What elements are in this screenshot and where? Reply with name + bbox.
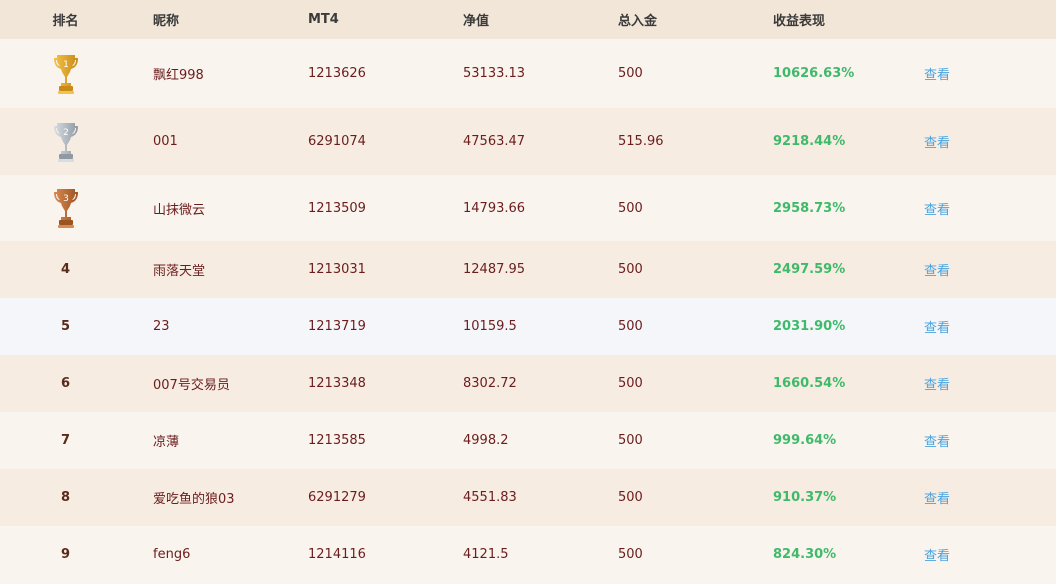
header-rank: 排名 xyxy=(52,14,79,29)
mt4-cell: 6291279 xyxy=(308,490,366,505)
view-link[interactable]: 查看 xyxy=(907,317,1056,336)
nickname-cell: 爱吃鱼的狼03 xyxy=(153,492,235,507)
trophy-rank: 3 xyxy=(63,194,69,204)
rank-cell: 5 xyxy=(0,319,131,334)
trophy-rank: 1 xyxy=(63,60,69,70)
nickname-cell: 001 xyxy=(153,134,178,149)
table-body: 1 飘红998 1213626 53133.13 500 10626.63% 查看 2 001 6… xyxy=(0,39,1056,583)
rank-number: 9 xyxy=(60,547,71,562)
view-link[interactable]: 查看 xyxy=(907,374,1056,393)
table-row: 7 凉薄 1213585 4998.2 500 999.64% 查看 xyxy=(0,412,1056,469)
rank-cell: 7 xyxy=(0,433,131,448)
header-nickname: 昵称 xyxy=(153,14,180,29)
nickname-cell: 007号交易员 xyxy=(153,378,230,393)
rank-cell: 4 xyxy=(0,262,131,277)
silver-trophy-icon: 2 xyxy=(53,122,78,162)
nickname-cell: 山抹微云 xyxy=(153,202,206,218)
equity-cell: 8302.72 xyxy=(463,376,517,391)
rank-cell: 8 xyxy=(0,490,131,505)
performance-cell: 1660.54% xyxy=(773,376,846,391)
view-link[interactable]: 查看 xyxy=(907,64,1056,83)
nickname-cell: 凉薄 xyxy=(153,435,180,450)
mt4-cell: 1213509 xyxy=(308,200,366,216)
header-equity: 净值 xyxy=(463,14,490,29)
nickname-cell: 飘红998 xyxy=(153,68,204,83)
table-row: 2 001 6291074 47563.47 515.96 9218.44% 查看 xyxy=(0,108,1056,175)
equity-cell: 4551.83 xyxy=(463,490,517,505)
table-row: 3 山抹微云 1213509 14793.66 500 2958.73% 查看 xyxy=(0,175,1056,241)
rank-cell: 1 xyxy=(0,52,131,96)
rank-cell: 9 xyxy=(0,547,131,562)
rank-cell: 2 xyxy=(0,120,131,164)
nickname-cell: feng6 xyxy=(153,547,191,562)
nickname-cell: 23 xyxy=(153,319,170,334)
performance-cell: 2958.73% xyxy=(773,200,846,216)
table-row: 9 feng6 1214116 4121.5 500 824.30% 查看 xyxy=(0,526,1056,583)
view-link[interactable]: 查看 xyxy=(907,199,1056,218)
deposit-cell: 500 xyxy=(618,66,643,81)
view-link[interactable]: 查看 xyxy=(907,545,1056,564)
view-link[interactable]: 查看 xyxy=(907,132,1056,151)
rank-cell: 3 xyxy=(0,186,131,230)
mt4-cell: 1213348 xyxy=(308,376,366,391)
rank-number: 8 xyxy=(60,490,71,505)
equity-cell: 4998.2 xyxy=(463,433,509,448)
table-row: 6 007号交易员 1213348 8302.72 500 1660.54% 查看 xyxy=(0,355,1056,412)
performance-cell: 2497.59% xyxy=(773,262,846,277)
bronze-trophy-icon: 3 xyxy=(53,189,78,228)
deposit-cell: 500 xyxy=(618,490,643,505)
gold-trophy-icon: 1 xyxy=(53,54,78,94)
performance-cell: 9218.44% xyxy=(773,134,846,149)
equity-cell: 53133.13 xyxy=(463,66,526,81)
equity-cell: 47563.47 xyxy=(463,134,526,149)
performance-cell: 2031.90% xyxy=(773,319,846,334)
rank-cell: 6 xyxy=(0,376,131,391)
mt4-cell: 1213626 xyxy=(308,66,366,81)
equity-cell: 12487.95 xyxy=(463,262,526,277)
nickname-cell: 雨落天堂 xyxy=(153,264,206,279)
performance-cell: 910.37% xyxy=(773,490,837,505)
header-deposit: 总入金 xyxy=(618,14,658,29)
mt4-cell: 1214116 xyxy=(308,547,366,562)
mt4-cell: 1213031 xyxy=(308,262,366,277)
table-header: 排名 昵称 MT4 净值 总入金 收益表现 xyxy=(0,0,1056,39)
deposit-cell: 500 xyxy=(618,547,643,562)
deposit-cell: 500 xyxy=(618,262,643,277)
performance-cell: 999.64% xyxy=(773,433,837,448)
mt4-cell: 6291074 xyxy=(308,134,366,149)
header-mt4: MT4 xyxy=(308,12,339,27)
performance-cell: 10626.63% xyxy=(773,66,855,81)
equity-cell: 10159.5 xyxy=(463,319,517,334)
rank-number: 5 xyxy=(60,319,71,334)
view-link[interactable]: 查看 xyxy=(907,431,1056,450)
mt4-cell: 1213585 xyxy=(308,433,366,448)
performance-cell: 824.30% xyxy=(773,547,837,562)
deposit-cell: 500 xyxy=(618,376,643,391)
table-row: 8 爱吃鱼的狼03 6291279 4551.83 500 910.37% 查看 xyxy=(0,469,1056,526)
deposit-cell: 500 xyxy=(618,200,643,216)
table-row: 5 23 1213719 10159.5 500 2031.90% 查看 xyxy=(0,298,1056,355)
equity-cell: 14793.66 xyxy=(463,200,526,216)
rank-number: 6 xyxy=(60,376,71,391)
rank-number: 4 xyxy=(60,262,71,277)
rank-number: 7 xyxy=(60,433,71,448)
header-performance: 收益表现 xyxy=(773,14,826,29)
view-link[interactable]: 查看 xyxy=(907,488,1056,507)
deposit-cell: 515.96 xyxy=(618,134,664,149)
trophy-rank: 2 xyxy=(63,128,69,138)
mt4-cell: 1213719 xyxy=(308,319,366,334)
table-row: 1 飘红998 1213626 53133.13 500 10626.63% 查看 xyxy=(0,39,1056,108)
deposit-cell: 500 xyxy=(618,433,643,448)
table-row: 4 雨落天堂 1213031 12487.95 500 2497.59% 查看 xyxy=(0,241,1056,298)
leaderboard-table: 排名 昵称 MT4 净值 总入金 收益表现 1 飘红998 1213626 53133… xyxy=(0,0,1056,583)
deposit-cell: 500 xyxy=(618,319,643,334)
equity-cell: 4121.5 xyxy=(463,547,509,562)
view-link[interactable]: 查看 xyxy=(907,260,1056,279)
